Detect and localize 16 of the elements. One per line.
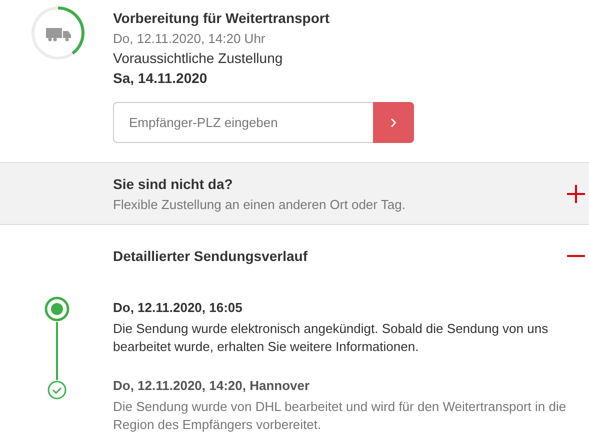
event-time: Do, 12.11.2020, 16:05 <box>113 300 244 315</box>
event-description: Die Sendung wurde elektronisch angekündigt. Sobald die Sendung von uns bearbeitet wurde, erhalten Sie weitere Informationen. <box>113 320 550 356</box>
event-description: Die Sendung wurde von DHL bearbeitet und wird für den Weitertransport in die Region des Empfängers vorbereitet. <box>113 398 568 434</box>
section-title: Sie sind nicht da? <box>113 176 234 192</box>
delivery-label: Voraussichtliche Zustellung <box>113 50 284 66</box>
submit-button[interactable]: › <box>373 102 414 143</box>
truck-icon <box>46 28 70 42</box>
section-subtitle: Flexible Zustellung an einen anderen Ort oder Tag. <box>113 196 406 212</box>
section-title: Detaillierter Sendungsverlauf <box>113 248 308 264</box>
plus-icon[interactable] <box>567 184 585 202</box>
zip-field[interactable]: Empfänger-PLZ eingeben <box>113 102 373 143</box>
event-time: Do, 12.11.2020, 14:20, Hannover <box>113 378 311 393</box>
status-timestamp: Do, 12.11.2020, 14:20 Uhr <box>113 31 266 46</box>
section-header[interactable]: Sie sind nicht da? Flexible Zustellung an einen anderen Ort oder Tag. <box>0 162 589 224</box>
status-title: Vorbereitung für Weitertransport <box>113 10 331 26</box>
delivery-date: Sa, 14.11.2020 <box>113 70 208 86</box>
